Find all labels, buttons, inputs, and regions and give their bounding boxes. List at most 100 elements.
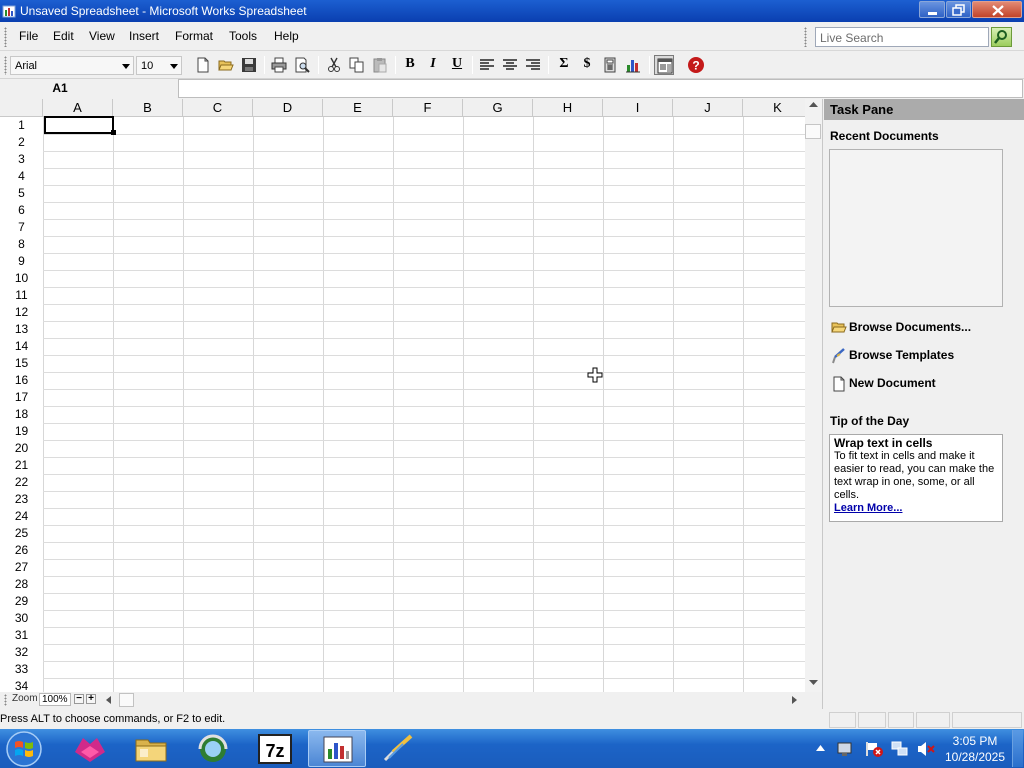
print-button[interactable]	[269, 55, 289, 75]
row-header[interactable]: 12	[0, 304, 43, 321]
row-header[interactable]: 21	[0, 457, 43, 474]
start-button[interactable]	[4, 730, 44, 768]
help-button[interactable]: ?	[686, 55, 706, 75]
menu-edit[interactable]: Edit	[53, 29, 74, 43]
row-header[interactable]: 28	[0, 576, 43, 593]
network-monitor-icon[interactable]	[836, 741, 854, 757]
cell-reference-box[interactable]: A1	[0, 79, 120, 98]
align-left-button[interactable]	[477, 55, 497, 75]
font-size-select[interactable]: 10	[136, 56, 182, 75]
taskbar-app-paint[interactable]	[369, 730, 427, 767]
zoom-out-button[interactable]: −	[74, 694, 84, 704]
show-desktop-button[interactable]	[1012, 730, 1023, 767]
column-header[interactable]: F	[393, 99, 463, 117]
easy-calc-button[interactable]	[600, 55, 620, 75]
row-header[interactable]: 1	[0, 117, 43, 134]
row-header[interactable]: 23	[0, 491, 43, 508]
column-header[interactable]: G	[463, 99, 533, 117]
print-preview-button[interactable]	[292, 55, 312, 75]
close-button[interactable]	[972, 1, 1022, 18]
taskbar-app-explorer[interactable]	[122, 730, 180, 767]
column-header[interactable]: K	[743, 99, 805, 117]
align-right-button[interactable]	[523, 55, 543, 75]
taskbar-app-works-spreadsheet[interactable]	[308, 730, 366, 767]
column-header[interactable]: E	[323, 99, 393, 117]
learn-more-link[interactable]: Learn More...	[834, 502, 998, 515]
row-header[interactable]: 33	[0, 661, 43, 678]
row-header[interactable]: 4	[0, 168, 43, 185]
action-center-flag-icon[interactable]	[864, 741, 884, 757]
recent-documents-list[interactable]	[829, 149, 1003, 307]
taskbar-app-browser[interactable]	[184, 730, 242, 767]
row-header[interactable]: 32	[0, 644, 43, 661]
volume-muted-icon[interactable]	[916, 741, 936, 757]
network-icon[interactable]	[891, 741, 909, 757]
open-button[interactable]	[216, 55, 236, 75]
menu-view[interactable]: View	[89, 29, 115, 43]
autosum-button[interactable]: Σ	[554, 56, 574, 72]
formula-input[interactable]	[178, 79, 1023, 98]
select-all-corner[interactable]	[0, 99, 43, 117]
search-input[interactable]: Live Search	[815, 27, 989, 47]
row-header[interactable]: 7	[0, 219, 43, 236]
zoom-in-button[interactable]: +	[86, 694, 96, 704]
row-header[interactable]: 5	[0, 185, 43, 202]
row-header[interactable]: 2	[0, 134, 43, 151]
menu-insert[interactable]: Insert	[129, 29, 159, 43]
vertical-scrollbar[interactable]	[805, 99, 822, 692]
column-header[interactable]: H	[533, 99, 603, 117]
row-header[interactable]: 22	[0, 474, 43, 491]
show-hidden-icons-icon[interactable]	[816, 745, 825, 751]
row-header[interactable]: 17	[0, 389, 43, 406]
font-name-select[interactable]: Arial	[10, 56, 134, 75]
menu-file[interactable]: File	[19, 29, 38, 43]
zoom-input[interactable]: 100%	[39, 693, 71, 706]
column-header[interactable]: J	[673, 99, 743, 117]
row-header[interactable]: 25	[0, 525, 43, 542]
row-header[interactable]: 19	[0, 423, 43, 440]
menu-help[interactable]: Help	[274, 29, 299, 43]
horizontal-scroll-thumb[interactable]	[119, 693, 134, 707]
search-button[interactable]	[991, 27, 1012, 47]
row-header[interactable]: 24	[0, 508, 43, 525]
toolbar-grip[interactable]	[4, 56, 7, 75]
row-header[interactable]: 26	[0, 542, 43, 559]
menu-format[interactable]: Format	[175, 29, 213, 43]
minimize-button[interactable]	[919, 1, 945, 18]
row-header[interactable]: 20	[0, 440, 43, 457]
row-header[interactable]: 31	[0, 627, 43, 644]
row-header[interactable]: 16	[0, 372, 43, 389]
column-header[interactable]: I	[603, 99, 673, 117]
row-header[interactable]: 6	[0, 202, 43, 219]
new-button[interactable]	[193, 55, 213, 75]
row-header[interactable]: 3	[0, 151, 43, 168]
row-header[interactable]: 34	[0, 678, 43, 692]
selected-cell[interactable]	[44, 116, 114, 134]
align-center-button[interactable]	[500, 55, 520, 75]
column-header[interactable]: D	[253, 99, 323, 117]
row-header[interactable]: 15	[0, 355, 43, 372]
column-header[interactable]: A	[43, 99, 113, 117]
currency-button[interactable]: $	[577, 56, 597, 72]
row-header[interactable]: 10	[0, 270, 43, 287]
task-pane-toggle[interactable]	[654, 55, 674, 75]
row-header[interactable]: 30	[0, 610, 43, 627]
copy-button[interactable]	[347, 55, 367, 75]
scroll-right-icon[interactable]	[792, 696, 798, 704]
fill-handle[interactable]	[111, 130, 116, 135]
row-header[interactable]: 11	[0, 287, 43, 304]
underline-button[interactable]: U	[447, 56, 467, 72]
menu-tools[interactable]: Tools	[229, 29, 257, 43]
clock[interactable]: 3:05 PM 10/28/2025	[942, 733, 1008, 765]
save-button[interactable]	[239, 55, 259, 75]
scroll-down-icon[interactable]	[809, 680, 818, 686]
row-header[interactable]: 14	[0, 338, 43, 355]
search-grip[interactable]	[804, 27, 807, 47]
column-header[interactable]: B	[113, 99, 183, 117]
scroll-up-icon[interactable]	[809, 102, 818, 108]
paste-button[interactable]	[370, 55, 390, 75]
column-header[interactable]: C	[183, 99, 253, 117]
menu-grip[interactable]	[4, 27, 7, 47]
cut-button[interactable]	[324, 55, 344, 75]
row-header[interactable]: 13	[0, 321, 43, 338]
